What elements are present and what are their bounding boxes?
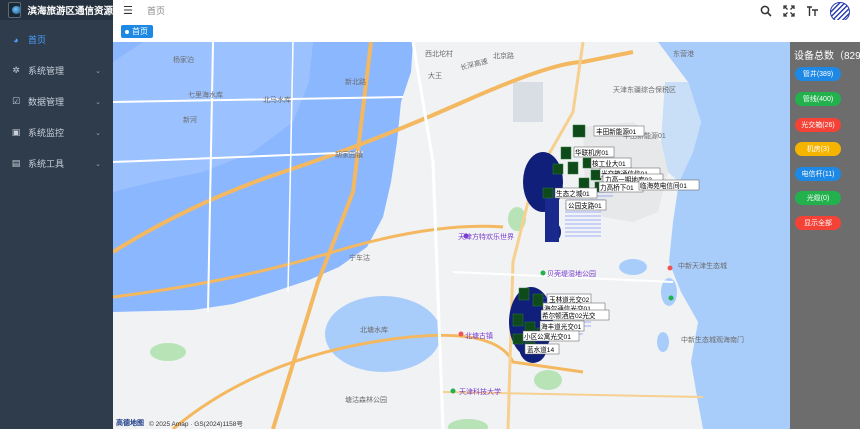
checkbox-icon: ☑ [11,96,21,106]
tags-view: 首页 [113,20,860,43]
brand-header: 滨海旅游区通信资源 [0,0,113,20]
device-label[interactable]: 临海苑电信间01 [640,181,687,190]
place-label: 胡家园镇 [335,150,363,159]
place-label: 北京路 [493,51,514,60]
device-label[interactable]: 丰田新能源01 [596,127,637,136]
font-size-icon[interactable] [806,5,819,20]
sidebar-item-label: 系统工具 [28,159,65,169]
sidebar-item-system-management[interactable]: ✲ 系统管理 ⌄ [0,55,113,86]
top-bar: ☰ 首页 [113,0,860,22]
search-icon[interactable] [760,5,772,20]
toolbox-icon: ▤ [11,158,21,168]
avatar[interactable] [830,2,850,22]
device-label[interactable]: 海丰道光交01 [541,322,582,331]
device-label[interactable]: 华联机房01 [575,148,609,157]
filter-pipeline-button[interactable]: 管线(400) [795,92,841,106]
amap-logo: 高德地图 [116,420,144,427]
chevron-down-icon: ⌄ [95,98,101,106]
app-logo-icon [8,2,22,18]
filter-pipe-well-button[interactable]: 管井(389) [795,67,841,81]
device-label[interactable]: 玉林道光交02 [549,295,590,304]
sidebar-item-data-management[interactable]: ☑ 数据管理 ⌄ [0,86,113,117]
chevron-down-icon: ⌄ [95,129,101,137]
place-label: 新河 [183,115,197,124]
sidebar: 滨海旅游区通信资源 ◕ 首页 ✲ 系统管理 ⌄ ☑ 数据管理 ⌄ ▣ 系统监控 … [0,0,113,429]
place-label: 北塘古镇 [465,331,493,340]
tag-label: 首页 [132,27,148,36]
device-label[interactable]: 核工业大01 [592,159,626,168]
copyright-text: © 2025 Amap · GS(2024)1158号 [149,421,243,428]
chevron-down-icon: ⌄ [95,160,101,168]
place-label: 北马水库 [263,95,291,104]
place-label: 东营港 [673,49,694,58]
place-label: 天津东疆综合保税区 [613,85,676,94]
gear-icon: ✲ [12,65,20,75]
place-label: 中新天津生态城 [678,261,727,270]
place-label: 贝壳堤湿地公园 [547,269,596,278]
sidebar-item-label: 数据管理 [28,97,65,107]
menu-toggle-icon[interactable]: ☰ [123,4,133,17]
place-label: 西北坨村 [425,49,453,58]
sidebar-item-label: 系统监控 [28,128,65,138]
place-label: 塘沽森林公园 [345,395,387,404]
sidebar-item-system-monitor[interactable]: ▣ 系统监控 ⌄ [0,117,113,148]
sidebar-item-system-tools[interactable]: ▤ 系统工具 ⌄ [0,148,113,179]
place-label: 天津科技大学 [459,387,501,396]
filter-fiber-cable-button[interactable]: 光缆(0) [795,191,841,205]
device-label[interactable]: 蓝水道14 [527,345,554,354]
top-right-tools [760,2,850,22]
place-label: 杨家泊 [173,55,194,64]
device-label[interactable]: 公园支路01 [568,201,602,210]
device-total-title: 设备总数（829） [794,51,860,62]
device-label[interactable]: 小区公寓光交01 [524,332,571,341]
breadcrumb[interactable]: 首页 [147,4,165,17]
place-label: 宁车沽 [349,253,370,262]
device-label[interactable]: 希尔顿酒店02光交 [542,311,596,320]
sidebar-item-home[interactable]: ◕ 首页 [0,24,113,55]
sidebar-item-label: 系统管理 [28,66,65,76]
show-all-button[interactable]: 显示全部 [795,216,841,230]
place-label: 大王 [428,71,442,80]
chevron-down-icon: ⌄ [95,67,101,75]
map-attribution: 高德地图 © 2025 Amap · GS(2024)1158号 [116,418,243,428]
place-label: 新北路 [345,77,366,86]
filter-telecom-pole-button[interactable]: 电信杆(11) [795,167,841,181]
place-label: 七里海水库 [188,90,223,99]
place-label: 中新生态城观海南门 [681,335,744,344]
place-label: 北塘水库 [360,325,388,334]
tag-home[interactable]: 首页 [121,25,153,38]
monitor-icon: ▣ [11,127,21,137]
map-view[interactable]: 西北坨村 北京路 长深高速 东营港 大王 七里海水库 北马水库 新北路 胡家园镇… [113,42,790,429]
sidebar-item-label: 首页 [28,35,47,45]
dashboard-icon: ◕ [13,34,19,45]
device-label[interactable]: 力高桥下01 [600,183,634,192]
map-canvas[interactable]: 西北坨村 北京路 长深高速 东营港 大王 七里海水库 北马水库 新北路 胡家园镇… [113,42,790,429]
app-title: 滨海旅游区通信资源 [27,6,113,17]
filter-machine-room-button[interactable]: 机房(3) [795,142,841,156]
filter-fiber-box-button[interactable]: 光交箱(26) [795,118,841,132]
device-label[interactable]: 生态之城01 [556,189,590,198]
active-dot-icon [125,29,129,34]
device-panel: 设备总数（829） 管井(389) 管线(400) 光交箱(26) 机房(3) … [790,42,860,429]
fullscreen-icon[interactable] [783,4,795,20]
